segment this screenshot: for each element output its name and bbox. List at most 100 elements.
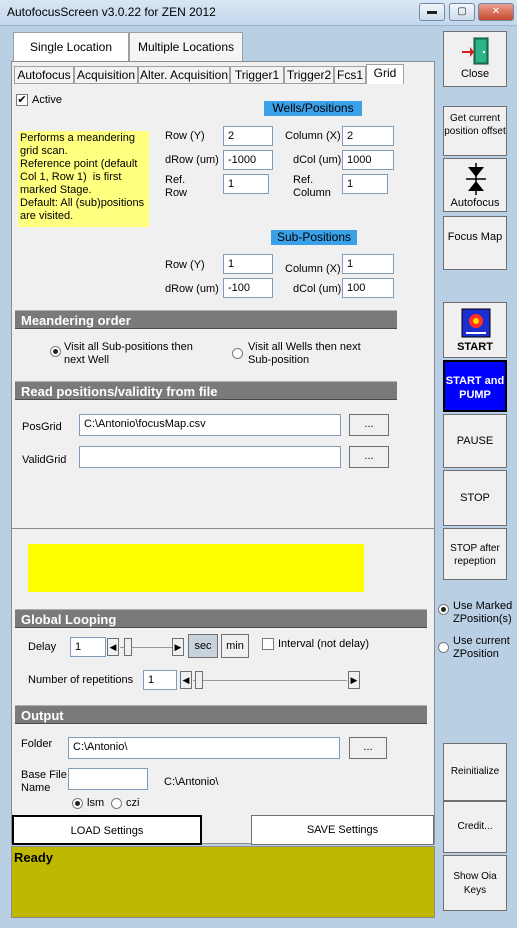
divider — [12, 528, 434, 529]
sub-column-input[interactable]: 1 — [342, 254, 394, 274]
sub-dcol-input[interactable]: 100 — [342, 278, 394, 298]
delay-input[interactable]: 1 — [70, 637, 106, 657]
close-button[interactable]: Close — [443, 31, 507, 87]
delay-label: Delay — [28, 641, 57, 653]
delay-slider-right-arrow[interactable]: ▶ — [172, 638, 184, 656]
tab-fcs1[interactable]: Fcs1 — [334, 66, 366, 84]
tab-alter-acquisition[interactable]: Alter. Acquisition — [138, 66, 230, 84]
status-text: Ready — [14, 850, 54, 865]
tab-grid[interactable]: Grid — [366, 64, 404, 84]
folder-input[interactable]: C:\Antonio\ — [68, 737, 340, 759]
title-bar: AutofocusScreen v3.0.22 for ZEN 2012 ▬ ▢… — [0, 0, 517, 26]
start-microscope-icon — [461, 308, 491, 338]
show-oia-keys-button[interactable]: Show Oia Keys — [443, 855, 507, 911]
basefile-input[interactable] — [68, 768, 148, 790]
sub-dcol-label: dCol (um) — [293, 283, 342, 295]
repetitions-slider-left-arrow[interactable]: ◀ — [180, 671, 192, 689]
wells-positions-header: Wells/Positions — [264, 101, 362, 116]
maximize-button[interactable]: ▢ — [449, 3, 475, 21]
looping-section-header: Global Looping — [15, 609, 427, 628]
tab-trigger2[interactable]: Trigger2 — [284, 66, 334, 84]
refcol-label: Ref. Column — [293, 174, 331, 199]
repetitions-slider-right-arrow[interactable]: ▶ — [348, 671, 360, 689]
czi-radio[interactable] — [111, 798, 122, 809]
output-path-display: C:\Antonio\ — [164, 776, 219, 788]
focus-map-button[interactable]: Focus Map — [443, 216, 507, 270]
interval-label: Interval (not delay) — [278, 638, 370, 650]
minimize-button[interactable]: ▬ — [419, 3, 445, 21]
status-highlight-box — [28, 544, 364, 592]
row-input[interactable]: 2 — [223, 126, 273, 146]
lsm-label: lsm — [87, 797, 105, 809]
pause-button[interactable]: PAUSE — [443, 414, 507, 468]
meander-option1-radio[interactable] — [50, 346, 61, 357]
grid-info-text: Performs a meandering grid scan. Referen… — [18, 131, 149, 227]
active-label: Active — [32, 94, 62, 106]
repetitions-label: Number of repetitions — [28, 674, 134, 686]
load-settings-button[interactable]: LOAD Settings — [12, 815, 202, 845]
drow-label: dRow (um) — [165, 154, 219, 166]
status-panel: Ready — [11, 846, 435, 918]
autofocus-label: Autofocus — [450, 197, 500, 209]
tab-multiple-locations[interactable]: Multiple Locations — [129, 32, 243, 62]
refcol-input[interactable]: 1 — [342, 174, 388, 194]
credit-button[interactable]: Credit... — [443, 801, 507, 853]
door-exit-icon — [462, 37, 489, 65]
meander-option2-radio[interactable] — [232, 348, 243, 359]
start-label: START — [457, 341, 493, 353]
meander-option2-label: Visit all Wells then next Sub-position — [248, 341, 361, 366]
stop-after-repetition-button[interactable]: STOP after repeption — [443, 528, 507, 580]
autofocus-button[interactable]: Autofocus — [443, 158, 507, 212]
repetitions-slider-track — [193, 680, 347, 681]
validgrid-input[interactable] — [79, 446, 341, 468]
use-marked-zposition-label: Use Marked ZPosition(s) — [453, 600, 513, 625]
meander-option1-label: Visit all Sub-positions then next Well — [64, 341, 193, 366]
column-input[interactable]: 2 — [342, 126, 394, 146]
posgrid-input[interactable]: C:\Antonio\focusMap.csv — [79, 414, 341, 436]
readpos-section-header: Read positions/validity from file — [15, 381, 397, 400]
sec-button[interactable]: sec — [188, 634, 218, 658]
posgrid-browse-button[interactable]: ... — [349, 414, 389, 436]
tab-trigger1[interactable]: Trigger1 — [230, 66, 284, 84]
repetitions-input[interactable]: 1 — [143, 670, 177, 690]
validgrid-browse-button[interactable]: ... — [349, 446, 389, 468]
drow-input[interactable]: -1000 — [223, 150, 273, 170]
output-section-header: Output — [15, 705, 427, 724]
reinitialize-button[interactable]: Reinitialize — [443, 743, 507, 801]
column-label: Column (X) — [285, 130, 341, 142]
interval-checkbox[interactable] — [262, 638, 274, 650]
save-settings-button[interactable]: SAVE Settings — [251, 815, 434, 845]
delay-slider-left-arrow[interactable]: ◀ — [107, 638, 119, 656]
validgrid-label: ValidGrid — [22, 454, 67, 466]
folder-label: Folder — [21, 738, 53, 750]
repetitions-slider-thumb[interactable] — [195, 671, 203, 689]
start-button[interactable]: START — [443, 302, 507, 358]
lsm-radio[interactable] — [72, 798, 83, 809]
tab-autofocus[interactable]: Autofocus — [14, 66, 74, 84]
sub-row-input[interactable]: 1 — [223, 254, 273, 274]
stop-button[interactable]: STOP — [443, 470, 507, 526]
refrow-input[interactable]: 1 — [223, 174, 269, 194]
sub-positions-header: Sub-Positions — [271, 230, 357, 245]
tab-single-location[interactable]: Single Location — [13, 32, 129, 62]
use-current-zposition-radio[interactable] — [438, 642, 449, 653]
get-position-offset-button[interactable]: Get current position offset — [443, 106, 507, 156]
sub-drow-label: dRow (um) — [165, 283, 219, 295]
close-window-button[interactable]: ✕ — [478, 3, 514, 21]
use-current-zposition-label: Use current ZPosition — [453, 635, 510, 660]
sub-drow-input[interactable]: -100 — [223, 278, 273, 298]
basefile-label: Base File Name — [21, 769, 67, 794]
delay-slider-thumb[interactable] — [124, 638, 132, 656]
posgrid-label: PosGrid — [22, 421, 62, 433]
czi-label: czi — [126, 797, 140, 809]
dcol-label: dCol (um) — [293, 154, 342, 166]
window-title: AutofocusScreen v3.0.22 for ZEN 2012 — [7, 5, 216, 19]
tab-acquisition[interactable]: Acquisition — [74, 66, 138, 84]
meander-section-header: Meandering order — [15, 310, 397, 329]
start-and-pump-button[interactable]: START and PUMP — [443, 360, 507, 412]
use-marked-zposition-radio[interactable] — [438, 604, 449, 615]
folder-browse-button[interactable]: ... — [349, 737, 387, 759]
min-button[interactable]: min — [221, 634, 249, 658]
active-checkbox[interactable]: ✔ — [16, 94, 28, 106]
dcol-input[interactable]: 1000 — [342, 150, 394, 170]
